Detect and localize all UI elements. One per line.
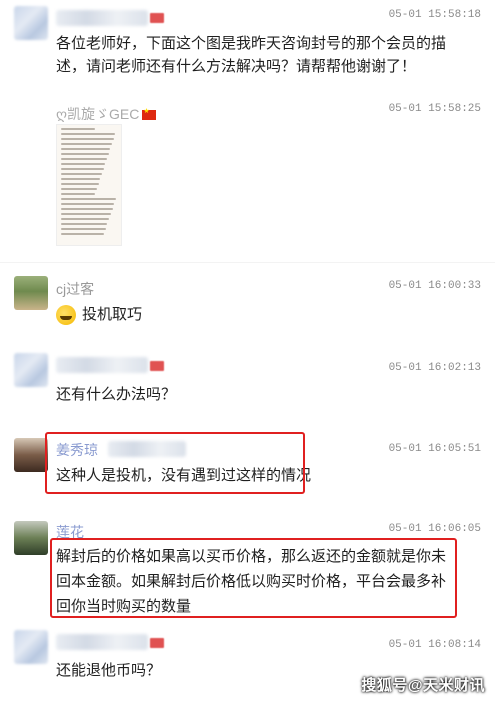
avatar[interactable] <box>14 6 48 40</box>
flag-icon <box>150 361 164 371</box>
flag-icon <box>150 638 164 648</box>
sender-name: ღ凯旋ゞGEC <box>56 104 157 124</box>
message-time: 05-01 16:08:14 <box>388 639 481 651</box>
image-text-line <box>61 138 114 140</box>
image-text-line <box>61 203 115 205</box>
avatar[interactable] <box>14 438 48 472</box>
image-text-line <box>61 128 95 130</box>
image-text-line <box>61 218 110 220</box>
image-text-line <box>61 233 105 235</box>
message-time: 05-01 16:06:05 <box>388 523 481 535</box>
message-time: 05-01 16:00:33 <box>388 280 481 292</box>
image-text-line <box>61 208 113 210</box>
image-text-line <box>61 213 111 215</box>
grinning-face-icon <box>56 305 76 326</box>
message-time: 05-01 16:02:13 <box>388 362 481 374</box>
highlight-box <box>50 538 457 618</box>
message-time: 05-01 15:58:18 <box>388 9 481 21</box>
flag-icon <box>150 13 164 23</box>
china-flag-icon <box>142 107 157 121</box>
image-text-line <box>61 153 109 155</box>
message-text: 还有什么办法吗？ <box>56 386 177 403</box>
message-time: 05-01 16:05:51 <box>388 443 481 455</box>
avatar[interactable] <box>14 630 48 664</box>
avatar[interactable] <box>14 521 48 555</box>
divider <box>0 262 495 263</box>
image-text-line <box>61 163 106 165</box>
highlight-box <box>45 432 305 494</box>
image-text-line <box>61 168 104 170</box>
message-text: 投机取巧 <box>56 303 466 326</box>
image-text-line <box>61 178 101 180</box>
sender-name: cj过客 <box>56 281 95 297</box>
image-text-line <box>61 148 111 150</box>
avatar[interactable] <box>14 353 48 387</box>
sender-name-blurred <box>56 634 148 650</box>
image-text-line <box>61 173 102 175</box>
watermark: 搜狐号@天米财讯 <box>361 677 485 694</box>
avatar[interactable] <box>14 276 48 310</box>
image-text-line <box>61 158 107 160</box>
image-text-line <box>61 228 106 230</box>
message-time: 05-01 15:58:25 <box>388 103 481 115</box>
sender-name-blurred <box>56 10 148 26</box>
image-text-line <box>61 188 97 190</box>
message-text: 各位老师好，下面这个图是我昨天咨询封号的那个会员的描述，请问老师还有什么方法解决… <box>56 35 447 75</box>
message-image[interactable] <box>56 124 122 246</box>
image-text-line <box>61 223 108 225</box>
sender-name-blurred <box>56 357 148 373</box>
image-text-line <box>61 198 116 200</box>
image-text-line <box>61 193 96 195</box>
image-text-line <box>61 183 99 185</box>
image-text-line <box>61 143 112 145</box>
image-text-line <box>61 133 116 135</box>
